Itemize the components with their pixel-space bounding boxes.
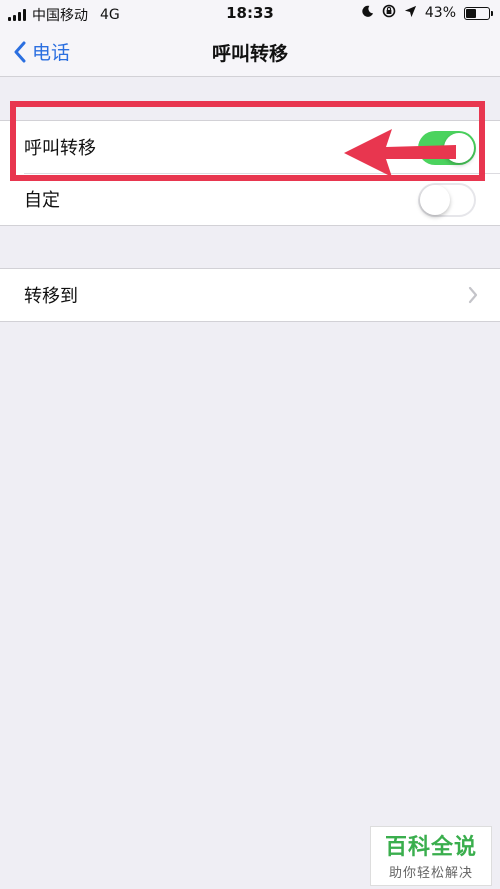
- toggle-knob: [420, 185, 450, 215]
- status-bar: 中国移动 4G 18:33 43%: [0, 0, 500, 26]
- watermark-title: 百科全说: [384, 835, 477, 860]
- forward-to-label: 转移到: [24, 286, 78, 307]
- page-title: 呼叫转移: [211, 43, 288, 65]
- battery-icon: [464, 6, 493, 20]
- moon-icon: [361, 5, 374, 22]
- watermark-subtitle: 助你轻松解决: [388, 866, 473, 881]
- rotation-lock-icon: [382, 4, 396, 22]
- annotation-arrow-icon: [344, 129, 456, 177]
- custom-toggle[interactable]: [418, 183, 476, 217]
- location-icon: [404, 5, 417, 22]
- battery-percent: 43%: [424, 5, 456, 21]
- forward-to-group: 转移到: [0, 268, 500, 322]
- watermark-logo: 百科全说 助你轻松解决: [370, 826, 492, 886]
- navigation-bar: 电话 呼叫转移: [0, 26, 500, 77]
- custom-label: 自定: [24, 190, 60, 211]
- chevron-right-icon: [468, 286, 478, 304]
- status-right: 43%: [361, 4, 493, 22]
- forward-to-row[interactable]: 转移到: [0, 269, 500, 321]
